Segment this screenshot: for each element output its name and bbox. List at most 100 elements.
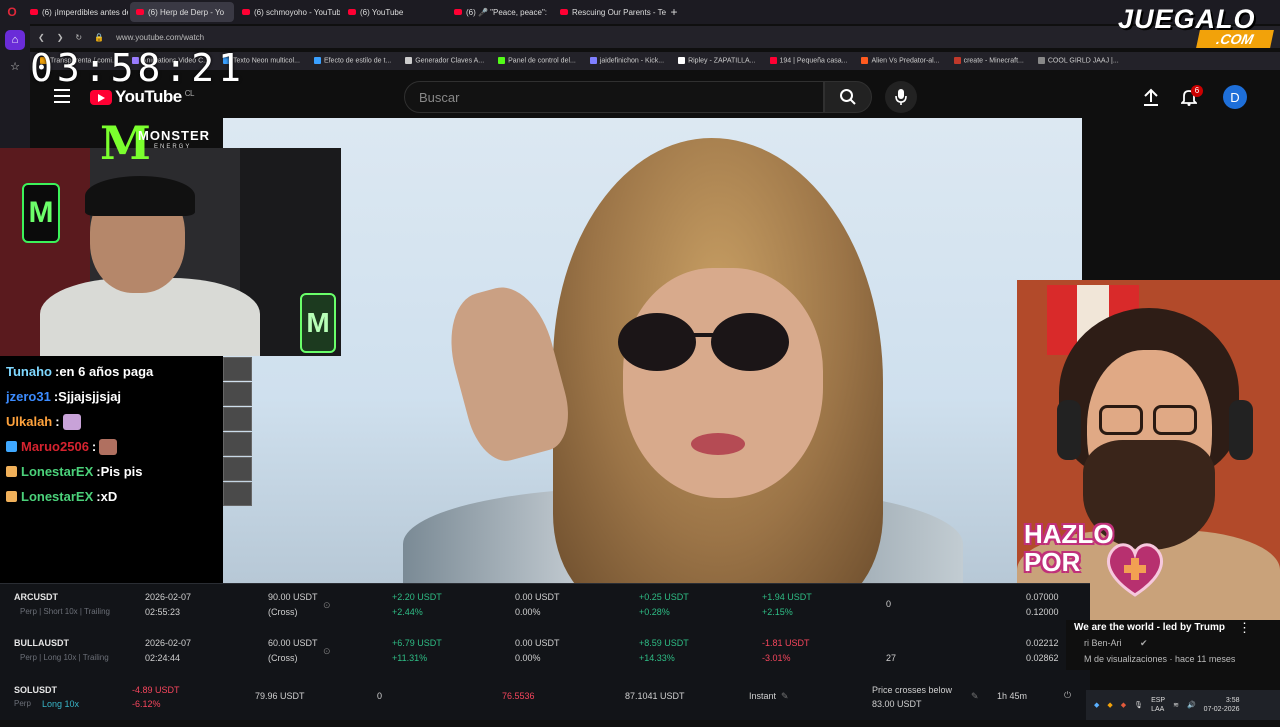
chat-emote-slot	[223, 432, 252, 456]
unrealized-pnl-pct: -6.12%	[132, 699, 161, 709]
position-row[interactable]: SOLUSDT Perp Long 10x -4.89 USDT -6.12% …	[0, 681, 1090, 727]
browser-tab[interactable]: (6) Herp de Derp - Yo	[130, 2, 234, 22]
chat-emote-slot	[223, 382, 252, 406]
bookmark-label: jaidefinichon - Kick...	[599, 57, 665, 65]
account-avatar[interactable]: D	[1223, 85, 1247, 109]
reload-icon[interactable]: ↻	[75, 33, 82, 42]
chat-message: LonestarEX: Pis pis	[6, 459, 217, 484]
open-time: 02:24:44	[145, 653, 181, 663]
lock-icon: 🔒	[94, 32, 105, 42]
voice-search-button[interactable]	[885, 81, 917, 113]
tab-label: Rescuing Our Parents - Te	[572, 7, 666, 17]
browser-tab[interactable]: (6) ¡Imperdibles antes de...	[24, 2, 128, 22]
chat-emote-slot	[223, 357, 252, 381]
chat-message: Maruo2506:	[6, 434, 217, 459]
channel-name[interactable]: ri Ben-Ari	[1084, 638, 1122, 648]
bookmark-item[interactable]: 194 | Pequeña casa...	[769, 57, 847, 65]
unrealized-pnl: -4.89 USDT	[132, 685, 180, 695]
juegalo-logo: JUEGALO .COM	[1114, 4, 1280, 50]
microphone-icon[interactable]: 🎙	[1134, 701, 1143, 709]
youtube-logo[interactable]: YouTube CL	[90, 87, 194, 107]
roi: +0.25 USDT	[639, 592, 689, 602]
search-button[interactable]	[824, 81, 872, 113]
margin-info-icon[interactable]: ⊙	[323, 598, 331, 612]
chat-message: LonestarEX: xD	[6, 484, 217, 509]
chat-text: Pis pis	[100, 464, 143, 479]
volume-icon[interactable]: 🔊	[1187, 701, 1196, 709]
position-row[interactable]: ARCUSDT Perp | Short 10x | Trailing 2026-0…	[0, 584, 1090, 630]
back-icon[interactable]: ❮	[38, 33, 45, 42]
browser-tab[interactable]: (6) schmoyoho - YouTube	[236, 2, 340, 22]
bookmark-item[interactable]: Efecto de estilo de t...	[313, 57, 391, 65]
app-icon[interactable]: ◆	[1094, 701, 1099, 709]
system-time: 3:58	[1225, 697, 1240, 704]
execution-type: Instant	[749, 691, 777, 701]
chat-username[interactable]: jzero31	[6, 389, 51, 404]
new-tab-button[interactable]: +	[666, 5, 682, 19]
unrealized-pnl: +2.20 USDT	[392, 592, 442, 602]
more-options-icon[interactable]: ⋮	[1238, 620, 1251, 636]
browser-tab[interactable]: (6) 🎤 "Peace, peace":	[448, 2, 552, 22]
unrealized-pnl-pct: +2.44%	[392, 607, 423, 617]
upload-icon[interactable]	[1143, 88, 1159, 106]
forward-icon[interactable]: ❯	[57, 33, 64, 42]
wifi-icon[interactable]: ≋	[1173, 701, 1179, 709]
app-icon[interactable]: ◆	[1121, 701, 1126, 709]
fee: 0.00 USDT	[515, 592, 560, 602]
avatar-glasses-right	[1153, 405, 1197, 435]
heart-cross-icon	[1107, 543, 1163, 597]
fee-pct: 0.00%	[515, 653, 541, 663]
bookmark-favicon-icon	[953, 57, 961, 65]
bookmark-item[interactable]: Generador Claves A...	[405, 57, 484, 65]
video-player[interactable]	[223, 118, 1082, 583]
bookmark-item[interactable]: create - Minecraft...	[953, 57, 1024, 65]
power-icon[interactable]: ⏻	[1064, 688, 1071, 702]
position-row[interactable]: BULLAUSDT Perp | Long 10x | Trailing 2026-…	[0, 630, 1090, 676]
bookmark-item[interactable]: Alien Vs Predator-al...	[861, 57, 940, 65]
bookmark-item[interactable]: jaidefinichon - Kick...	[589, 57, 665, 65]
chat-emote-slot	[223, 407, 252, 431]
pinboard-icon[interactable]: ☆	[5, 56, 25, 76]
search-input[interactable]: Buscar	[404, 81, 824, 113]
youtube-tab-icon	[454, 9, 462, 15]
video-title[interactable]: We are the world - led by Trump	[1074, 622, 1225, 633]
chat-text: Sjjajsjjsjaj	[58, 389, 122, 404]
system-clock[interactable]: 3:58 07-02-2026	[1204, 696, 1240, 714]
chat-username[interactable]: Maruo2506	[21, 439, 89, 454]
open-time: 02:55:23	[145, 607, 181, 617]
app-icon[interactable]: ◆	[1107, 701, 1112, 709]
bookmark-label: COOL GIRLD JAAJ |...	[1047, 57, 1119, 65]
bookmark-favicon-icon	[1037, 57, 1045, 65]
sl-price: 0.12000	[1026, 607, 1059, 617]
url-field[interactable]: www.youtube.com/watch	[116, 33, 204, 42]
tp-price: 0.02212	[1026, 638, 1059, 648]
chat-username[interactable]: LonestarEX	[21, 464, 93, 479]
margin-info-icon[interactable]: ⊙	[323, 644, 331, 658]
language-indicator[interactable]: ESP LAA	[1151, 696, 1165, 714]
browser-tab[interactable]: (6) YouTube	[342, 2, 446, 22]
chat-message: Ulkalah:	[6, 409, 217, 434]
chat-message: jzero31: Sjjajsjjsjaj	[6, 384, 217, 409]
home-icon[interactable]: ⌂	[5, 30, 25, 50]
trigger-condition: Price crosses below	[872, 685, 953, 695]
chat-username[interactable]: Ulkalah	[6, 414, 52, 429]
search-icon	[840, 89, 856, 105]
edit-icon[interactable]: ✎	[971, 689, 979, 703]
youtube-tab-icon	[348, 9, 356, 15]
bookmark-item[interactable]: Panel de control del...	[498, 57, 576, 65]
menu-icon[interactable]	[54, 89, 70, 103]
monster-claw-icon: M	[100, 116, 151, 170]
chat-username[interactable]: LonestarEX	[21, 489, 93, 504]
opera-logo-icon[interactable]: O	[0, 0, 24, 24]
bookmark-item[interactable]: Ripley - ZAPATILLA...	[678, 57, 756, 65]
monster-sub-text: ENERGY	[154, 144, 192, 150]
browser-tab[interactable]: Rescuing Our Parents - Te	[554, 2, 666, 22]
edit-icon[interactable]: ✎	[781, 689, 789, 703]
unrealized-pnl-pct: +11.31%	[392, 653, 428, 663]
bookmark-item[interactable]: COOL GIRLD JAAJ |...	[1037, 57, 1119, 65]
youtube-logo-text: YouTube	[115, 87, 182, 106]
entry-price: 76.5536	[502, 691, 535, 701]
windows-taskbar: ◆ ◆ ◆ 🎙 ESP LAA ≋ 🔊 3:58 07-02-2026	[1086, 690, 1280, 720]
chat-username[interactable]: Tunaho	[6, 364, 52, 379]
roi-pct: +0.28%	[639, 607, 670, 617]
